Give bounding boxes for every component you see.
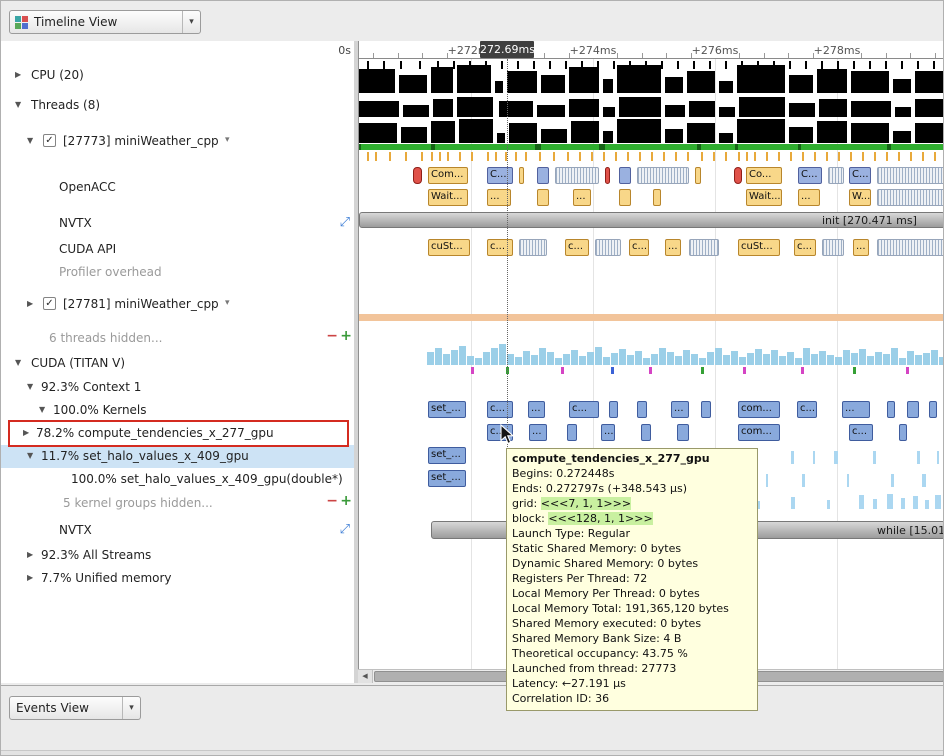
collapse-arrow-icon[interactable]: ▶ <box>27 573 39 582</box>
chevron-down-icon[interactable]: ▾ <box>123 703 140 713</box>
tooltip-line: Correlation ID: 36 <box>512 691 752 706</box>
tree-row-label: 11.7% set_halo_values_x_409_gpu <box>41 449 249 463</box>
tree-row-profiler-overhead[interactable]: Profiler overhead <box>1 261 354 284</box>
ruler-baseline <box>358 58 944 59</box>
tooltip-line: Ends: 0.272797s (+348.543 μs) <box>512 481 752 496</box>
tooltip-line: grid: <<<7, 1, 1>>> <box>512 496 752 511</box>
nsight-systems-window: Timeline View ▾ 0s 272.69ms ▶ CPU (20) ▼… <box>0 0 944 756</box>
tree-row-label: NVTX <box>59 523 92 537</box>
thread-visibility-checkbox[interactable]: ✓ <box>43 297 56 310</box>
tree-row-nvtx-27773[interactable]: NVTX ⤢ <box>1 212 354 235</box>
tooltip-line: Static Shared Memory: 0 bytes <box>512 541 752 556</box>
view-dropdown-label: Timeline View <box>28 15 182 29</box>
scroll-left-icon: ◀ <box>362 672 367 680</box>
ruler-origin-label: 0s <box>321 44 351 57</box>
hide-rows-button[interactable]: − <box>326 493 338 509</box>
timeline-view-icon <box>15 16 28 29</box>
expand-arrow-icon[interactable]: ▼ <box>27 136 39 145</box>
expand-arrow-icon[interactable]: ▼ <box>15 100 27 109</box>
tree-row-label: CPU (20) <box>31 68 84 82</box>
top-toolbar: Timeline View ▾ <box>1 1 944 42</box>
tree-row-cpu[interactable]: ▶ CPU (20) <box>1 64 354 87</box>
tree-row-label: 100.0% set_halo_values_x_409_gpu(double*… <box>71 472 343 486</box>
expand-row-icon[interactable]: ⤢ <box>340 215 350 230</box>
scroll-left-button[interactable]: ◀ <box>358 670 373 683</box>
tree-row-openacc[interactable]: OpenACC <box>1 176 354 199</box>
tree-row-cuda-device[interactable]: ▼ CUDA (TITAN V) <box>1 352 354 375</box>
tree-row-label: 7.7% Unified memory <box>41 571 172 585</box>
expand-arrow-icon[interactable]: ▼ <box>27 382 39 391</box>
tooltip-line: Launch Type: Regular <box>512 526 752 541</box>
tree-row-label: 92.3% All Streams <box>41 548 151 562</box>
tree-row-kernel-set-halo[interactable]: ▼ 11.7% set_halo_values_x_409_gpu <box>1 445 354 468</box>
tree-row-label: CUDA API <box>59 242 116 256</box>
tree-row-thread-27773[interactable]: ▼ ✓ [27773] miniWeather_cpp ▾ <box>1 130 354 153</box>
timeline-view-dropdown[interactable]: Timeline View ▾ <box>9 10 201 34</box>
tooltip-line: Local Memory Per Thread: 0 bytes <box>512 586 752 601</box>
tree-row-label: [27781] miniWeather_cpp <box>63 297 219 311</box>
kernel-tooltip: compute_tendencies_x_277_gpu Begins: 0.2… <box>506 448 758 711</box>
events-view-dropdown[interactable]: Events View ▾ <box>9 696 141 720</box>
annotation-rectangle <box>8 420 349 447</box>
hide-rows-button[interactable]: − <box>326 328 338 344</box>
tooltip-line: Theoretical occupancy: 43.75 % <box>512 646 752 661</box>
show-rows-button[interactable]: + <box>340 328 352 344</box>
tree-row-unified-memory[interactable]: ▶ 7.7% Unified memory <box>1 567 354 590</box>
tooltip-line: Begins: 0.272448s <box>512 466 752 481</box>
tree-row-label: Profiler overhead <box>59 265 162 279</box>
tree-row-label: NVTX <box>59 216 92 230</box>
check-icon: ✓ <box>45 135 53 146</box>
collapse-arrow-icon[interactable]: ▶ <box>27 550 39 559</box>
tree-row-thread-27781[interactable]: ▶ ✓ [27781] miniWeather_cpp ▾ <box>1 293 354 316</box>
tooltip-line: Dynamic Shared Memory: 0 bytes <box>512 556 752 571</box>
tree-row-label: [27773] miniWeather_cpp <box>63 134 219 148</box>
tree-row-cuda-api[interactable]: CUDA API <box>1 238 354 261</box>
tree-row-label: Threads (8) <box>31 98 100 112</box>
tooltip-line: Latency: ←27.191 μs <box>512 676 752 691</box>
events-strip <box>1 751 944 756</box>
nvtx-range-label: while [15.018 s] <box>877 524 944 537</box>
expand-arrow-icon[interactable]: ▼ <box>15 358 27 367</box>
tooltip-line: Local Memory Total: 191,365,120 bytes <box>512 601 752 616</box>
tree-row-threads-hidden[interactable]: 6 threads hidden... − + <box>1 327 354 350</box>
events-dropdown-label: Events View <box>10 701 122 715</box>
tooltip-line: block: <<<128, 1, 1>>> <box>512 511 752 526</box>
expand-arrow-icon[interactable]: ▼ <box>27 451 39 460</box>
chevron-down-icon[interactable]: ▾ <box>183 17 200 27</box>
tooltip-line: Shared Memory executed: 0 bytes <box>512 616 752 631</box>
tooltip-title: compute_tendencies_x_277_gpu <box>512 451 752 466</box>
tree-row-label: 92.3% Context 1 <box>41 380 141 394</box>
hidden-threads-band[interactable] <box>359 314 944 321</box>
tree-row-label: 6 threads hidden... <box>49 331 162 345</box>
check-icon: ✓ <box>45 298 53 309</box>
tree-row-context-1[interactable]: ▼ 92.3% Context 1 <box>1 376 354 399</box>
tree-row-kernels[interactable]: ▼ 100.0% Kernels <box>1 399 354 422</box>
mouse-cursor-icon <box>500 424 518 446</box>
thread-options-caret-icon[interactable]: ▾ <box>225 298 230 308</box>
expand-arrow-icon[interactable]: ▼ <box>39 405 51 414</box>
tree-row-label: OpenACC <box>59 180 116 194</box>
tree-row-label: 5 kernel groups hidden... <box>63 496 213 510</box>
events-bottom-bar: Events View ▾ <box>1 685 944 756</box>
tree-row-label: CUDA (TITAN V) <box>31 356 125 370</box>
thread-visibility-checkbox[interactable]: ✓ <box>43 134 56 147</box>
tree-row-kernel-set-halo-instance[interactable]: 100.0% set_halo_values_x_409_gpu(double*… <box>1 468 354 491</box>
tooltip-line: Launched from thread: 27773 <box>512 661 752 676</box>
tree-row-all-streams[interactable]: ▶ 92.3% All Streams <box>1 544 354 567</box>
expand-row-icon[interactable]: ⤢ <box>340 522 350 537</box>
tooltip-line: Shared Memory Bank Size: 4 B <box>512 631 752 646</box>
show-rows-button[interactable]: + <box>340 493 352 509</box>
nvtx-range-init[interactable]: init [270.471 ms] <box>359 212 944 228</box>
tree-row-threads[interactable]: ▼ Threads (8) <box>1 94 354 117</box>
thread-options-caret-icon[interactable]: ▾ <box>225 135 230 145</box>
nvtx-range-label: init [270.471 ms] <box>822 214 917 227</box>
collapse-arrow-icon[interactable]: ▶ <box>15 70 27 79</box>
tree-row-nvtx-cuda[interactable]: NVTX ⤢ <box>1 519 354 542</box>
tree-row-kernel-groups-hidden[interactable]: 5 kernel groups hidden... − + <box>1 492 354 515</box>
tooltip-body: Begins: 0.272448sEnds: 0.272797s (+348.5… <box>512 466 752 706</box>
tooltip-line: Registers Per Thread: 72 <box>512 571 752 586</box>
cursor-time-badge: 272.69ms <box>480 41 534 58</box>
tree-row-label: 100.0% Kernels <box>53 403 147 417</box>
collapse-arrow-icon[interactable]: ▶ <box>27 299 39 308</box>
